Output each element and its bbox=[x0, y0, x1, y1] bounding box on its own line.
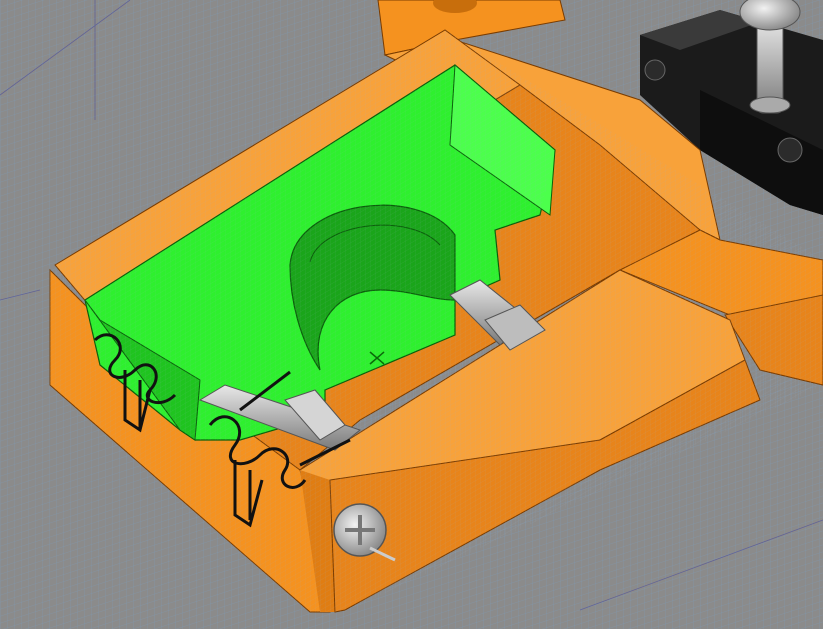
cad-3d-viewport[interactable] bbox=[0, 0, 823, 629]
cad-model-scene[interactable] bbox=[0, 0, 823, 629]
